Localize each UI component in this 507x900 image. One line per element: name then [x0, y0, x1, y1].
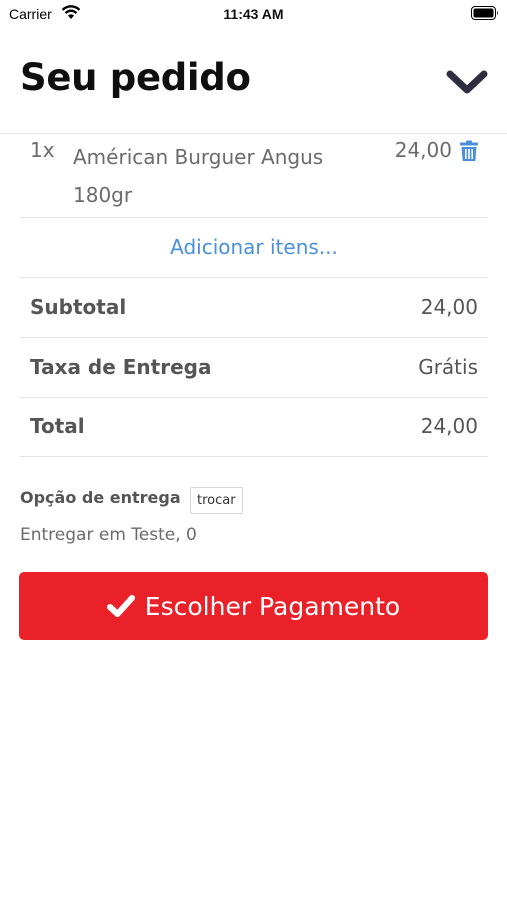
delivery-fee-row: Taxa de Entrega Grátis: [20, 339, 488, 398]
order-header: Seu pedido: [0, 50, 507, 120]
choose-payment-label: Escolher Pagamento: [144, 591, 401, 621]
subtotal-value: 24,00: [420, 295, 478, 319]
clock: 11:43 AM: [223, 6, 284, 22]
total-label: Total: [30, 414, 85, 438]
total-value: 24,00: [420, 414, 478, 438]
add-items-row: Adicionar itens...: [20, 219, 488, 278]
item-name: Américan Burguer Angus 180gr: [73, 145, 324, 207]
chevron-down-icon[interactable]: [446, 66, 488, 98]
delivery-fee-label: Taxa de Entrega: [30, 355, 212, 379]
delivery-fee-value: Grátis: [418, 355, 478, 379]
delivery-option-label: Opção de entrega: [20, 488, 181, 507]
page-title: Seu pedido: [20, 56, 251, 99]
change-delivery-button[interactable]: trocar: [190, 487, 243, 514]
item-quantity: 1x: [30, 138, 55, 162]
battery-icon: [471, 6, 498, 20]
item-price: 24,00: [394, 138, 452, 162]
order-item-row: 1x Américan Burguer Angus 180gr 24,00: [20, 134, 488, 218]
choose-payment-button[interactable]: Escolher Pagamento: [19, 572, 488, 640]
subtotal-label: Subtotal: [30, 295, 127, 319]
add-items-link[interactable]: Adicionar itens...: [170, 235, 338, 259]
subtotal-row: Subtotal 24,00: [20, 279, 488, 338]
delivery-address: Entregar em Teste, 0: [20, 525, 197, 545]
check-icon: [106, 595, 135, 617]
status-bar: Carrier 11:43 AM: [0, 0, 507, 30]
total-row: Total 24,00: [20, 398, 488, 457]
trash-icon[interactable]: [458, 140, 480, 162]
